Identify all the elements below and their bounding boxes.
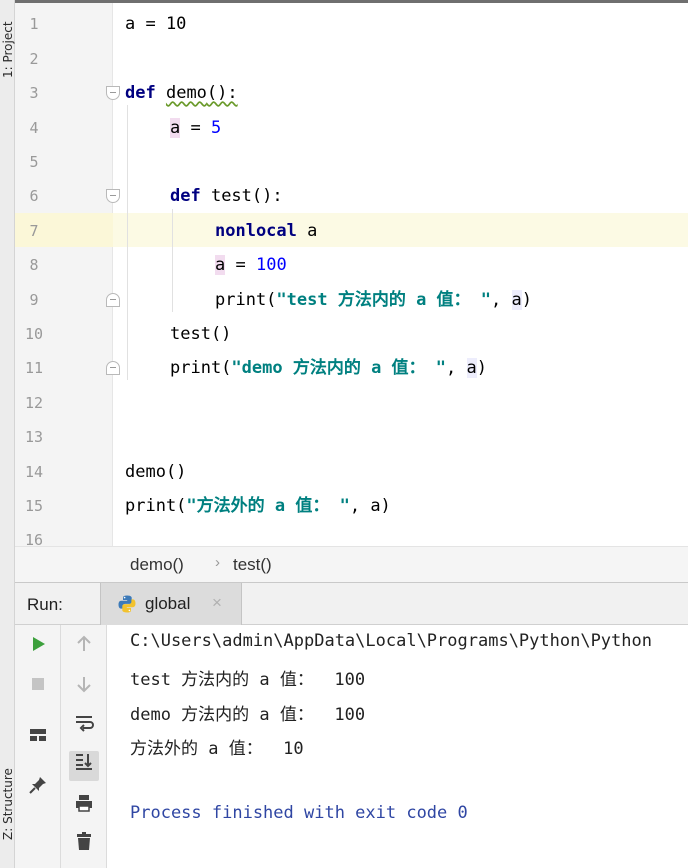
run-toolbar-secondary: [61, 625, 107, 868]
line-number: 3: [29, 84, 39, 102]
line-number: 5: [29, 153, 39, 171]
line-number: 6: [29, 187, 39, 205]
code-text: ): [521, 290, 532, 310]
code-line-4[interactable]: a = 5: [170, 111, 221, 145]
fold-end-marker-icon[interactable]: [106, 361, 120, 375]
string-literal: "方法外的 a 值： ": [186, 496, 350, 516]
breadcrumb-item-test[interactable]: test(): [233, 555, 272, 575]
string-literal: "demo 方法内的 a 值： ": [231, 358, 447, 378]
scroll-to-end-icon[interactable]: [69, 751, 99, 781]
line-number: 11: [24, 359, 44, 377]
variable-a: a: [511, 290, 522, 310]
line-number: 13: [24, 428, 44, 446]
line-number: 15: [24, 497, 44, 515]
code-text: =: [225, 255, 256, 275]
number-literal: 100: [255, 255, 287, 275]
line-number: 14: [24, 463, 44, 481]
code-text: ():: [206, 83, 238, 103]
code-text: ,: [446, 358, 467, 378]
code-line-7[interactable]: nonlocal a: [215, 214, 317, 248]
number-literal: 5: [210, 118, 222, 138]
keyword-nonlocal: nonlocal: [215, 221, 297, 241]
play-icon[interactable]: [23, 633, 53, 663]
line-number: 1: [29, 15, 39, 33]
code-line-11[interactable]: print("demo 方法内的 a 值： ", a): [170, 351, 487, 385]
run-toolbar-primary: [15, 625, 61, 868]
run-panel-header: Run: global ×: [15, 582, 688, 625]
fold-marker-icon[interactable]: [106, 189, 120, 203]
arrow-up-icon[interactable]: [69, 633, 99, 663]
console-line: demo 方法内的 a 值： 100: [130, 705, 366, 725]
code-text: a = 10: [125, 14, 187, 34]
variable-a: a: [215, 255, 226, 275]
variable-a: a: [466, 358, 477, 378]
code-text: print(: [215, 290, 277, 310]
code-text: print(: [170, 358, 232, 378]
code-line-6[interactable]: def test():: [170, 179, 283, 213]
variable-a: a: [296, 221, 318, 241]
close-icon[interactable]: ×: [212, 593, 222, 613]
code-line-3[interactable]: def demo():: [125, 76, 238, 110]
line-number: 9: [29, 291, 39, 309]
stop-icon[interactable]: [23, 673, 53, 703]
breadcrumb: demo() › test(): [15, 546, 688, 582]
code-text: demo(): [125, 462, 187, 482]
line-number: 4: [29, 119, 39, 137]
trash-icon[interactable]: [69, 831, 99, 861]
breadcrumb-item-demo[interactable]: demo(): [130, 555, 184, 575]
left-tool-strip: 1: Project Z: Structure: [0, 0, 15, 868]
console-exit-line: Process finished with exit code 0: [130, 803, 468, 823]
code-editor[interactable]: 1 2 3 4 5 6 7 8 9 10 11 12 13 14 15 16 a…: [15, 3, 688, 546]
code-line-9[interactable]: print("test 方法内的 a 值： ", a): [215, 283, 532, 317]
soft-wrap-icon[interactable]: [69, 713, 99, 743]
string-literal: "test 方法内的 a 值： ": [276, 290, 492, 310]
structure-tab-label: Z: Structure: [1, 768, 15, 840]
run-tab-title: global: [145, 594, 191, 613]
run-label: Run:: [27, 595, 63, 614]
code-text: ,: [491, 290, 512, 310]
line-number: 7: [29, 222, 39, 240]
line-number: 10: [24, 325, 44, 343]
python-icon: [118, 595, 136, 613]
code-text: test():: [200, 186, 283, 206]
fold-marker-icon[interactable]: [106, 86, 120, 100]
code-line-14[interactable]: demo(): [125, 455, 186, 489]
keyword-def: def: [170, 186, 201, 206]
line-number: 16: [24, 531, 44, 546]
print-icon[interactable]: [69, 793, 99, 823]
console-line: test 方法内的 a 值： 100: [130, 670, 366, 690]
line-number: 2: [29, 50, 39, 68]
console-output[interactable]: C:\Users\admin\AppData\Local\Programs\Py…: [107, 625, 688, 868]
code-text: , a): [349, 496, 391, 516]
pin-icon[interactable]: [23, 775, 53, 805]
code-line-10[interactable]: test(): [170, 317, 231, 351]
fold-end-marker-icon[interactable]: [106, 293, 120, 307]
keyword-def: def: [125, 83, 156, 103]
code-line-1[interactable]: a = 10: [125, 7, 186, 41]
code-text: ): [476, 358, 487, 378]
function-name: demo: [165, 83, 207, 103]
code-text: print(: [125, 496, 187, 516]
project-tab-label: 1: Project: [1, 21, 15, 78]
line-number: 8: [29, 256, 39, 274]
code-text: =: [180, 118, 211, 138]
code-line-8[interactable]: a = 100: [215, 248, 287, 282]
console-line: 方法外的 a 值： 10: [130, 739, 304, 759]
code-line-15[interactable]: print("方法外的 a 值： ", a): [125, 489, 391, 523]
breadcrumb-separator-icon: ›: [215, 554, 220, 571]
variable-a: a: [170, 118, 181, 138]
run-tab-global[interactable]: global ×: [100, 583, 242, 625]
code-text: test(): [170, 324, 232, 344]
line-number: 12: [24, 394, 44, 412]
layout-icon[interactable]: [23, 725, 53, 755]
console-line: C:\Users\admin\AppData\Local\Programs\Py…: [130, 631, 652, 651]
arrow-down-icon[interactable]: [69, 673, 99, 703]
